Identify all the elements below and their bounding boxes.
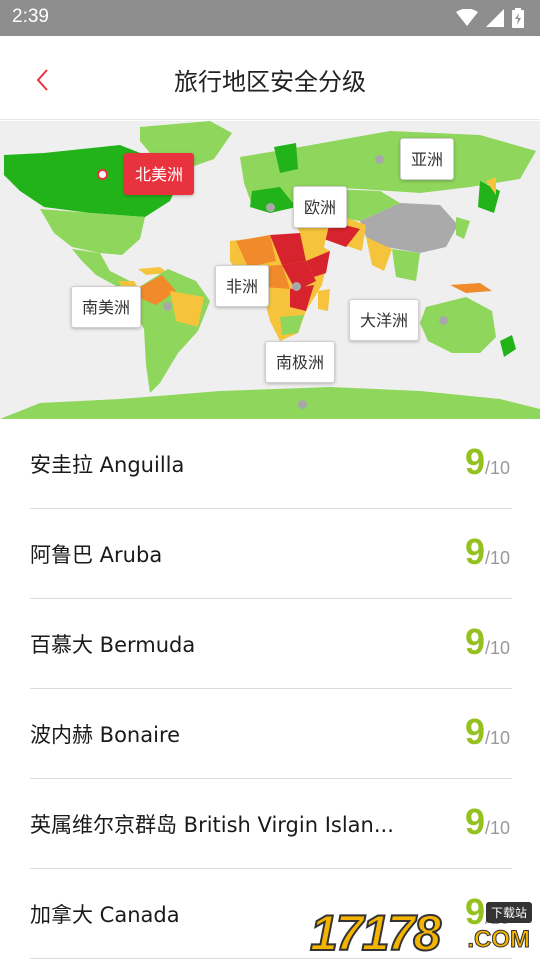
list-item[interactable]: 英属维尔京群岛 British Virgin Islan... 9 /10: [0, 779, 540, 869]
score-max: /10: [484, 458, 510, 478]
safety-score: 9 /10: [465, 801, 510, 843]
region-label-south-america[interactable]: 南美洲: [71, 286, 142, 328]
score-max: /10: [484, 728, 510, 748]
country-list: 安圭拉 Anguilla 9 /10 阿鲁巴 Aruba 9 /10 百慕大 B…: [0, 419, 540, 959]
app-header: 旅行地区安全分级: [0, 36, 540, 120]
country-name: 英属维尔京群岛 British Virgin Islan...: [30, 813, 394, 837]
safety-score: 9 /10: [465, 711, 510, 753]
watermark-logo: 17178 下载站 .COM: [309, 898, 536, 960]
score-max: /10: [484, 818, 510, 838]
region-label-antarctica[interactable]: 南极洲: [265, 341, 336, 383]
safety-score: 9 /10: [465, 531, 510, 573]
score-value: 9: [464, 441, 485, 482]
antarctica-dot[interactable]: [298, 400, 307, 409]
score-value: 9: [464, 801, 485, 842]
country-name: 百慕大 Bermuda: [30, 633, 196, 657]
score-value: 9: [464, 711, 485, 752]
watermark-digits: 17178: [309, 904, 442, 960]
status-time: 2:39: [12, 6, 49, 27]
south-america-dot[interactable]: [163, 302, 172, 311]
oceania-dot[interactable]: [439, 316, 448, 325]
africa-dot[interactable]: [292, 282, 301, 291]
world-map[interactable]: 北美洲 亚洲 欧洲 非洲 南美洲 大洋洲 南极洲: [0, 121, 540, 419]
country-name: 安圭拉 Anguilla: [30, 453, 185, 477]
region-label-europe[interactable]: 欧洲: [293, 186, 348, 228]
region-label-north-america[interactable]: 北美洲: [124, 153, 195, 195]
status-icons: [456, 7, 524, 29]
list-item[interactable]: 安圭拉 Anguilla 9 /10: [0, 419, 540, 509]
score-max: /10: [484, 548, 510, 568]
country-name: 波内赫 Bonaire: [30, 723, 181, 747]
score-max: /10: [484, 638, 510, 658]
score-value: 9: [464, 621, 485, 662]
region-label-asia[interactable]: 亚洲: [400, 138, 455, 180]
region-label-africa[interactable]: 非洲: [215, 265, 270, 307]
score-value: 9: [464, 531, 485, 572]
safety-score: 9 /10: [465, 621, 510, 663]
safety-score: 9 /10: [465, 441, 510, 483]
page-title: 旅行地区安全分级: [174, 68, 366, 96]
status-bar: 2:39: [0, 0, 540, 36]
battery-icon: [512, 8, 524, 28]
region-label-oceania[interactable]: 大洋洲: [349, 299, 420, 341]
list-item[interactable]: 阿鲁巴 Aruba 9 /10: [0, 509, 540, 599]
country-name: 阿鲁巴 Aruba: [30, 543, 163, 567]
list-item[interactable]: 波内赫 Bonaire 9 /10: [0, 689, 540, 779]
list-item[interactable]: 百慕大 Bermuda 9 /10: [0, 599, 540, 689]
wifi-icon: [456, 9, 478, 26]
north-america-dot[interactable]: [97, 169, 108, 180]
watermark-tag: 下载站: [485, 902, 532, 923]
europe-dot[interactable]: [266, 203, 275, 212]
asia-dot[interactable]: [375, 155, 384, 164]
watermark-domain: .COM: [467, 926, 531, 954]
signal-icon: [486, 9, 504, 27]
